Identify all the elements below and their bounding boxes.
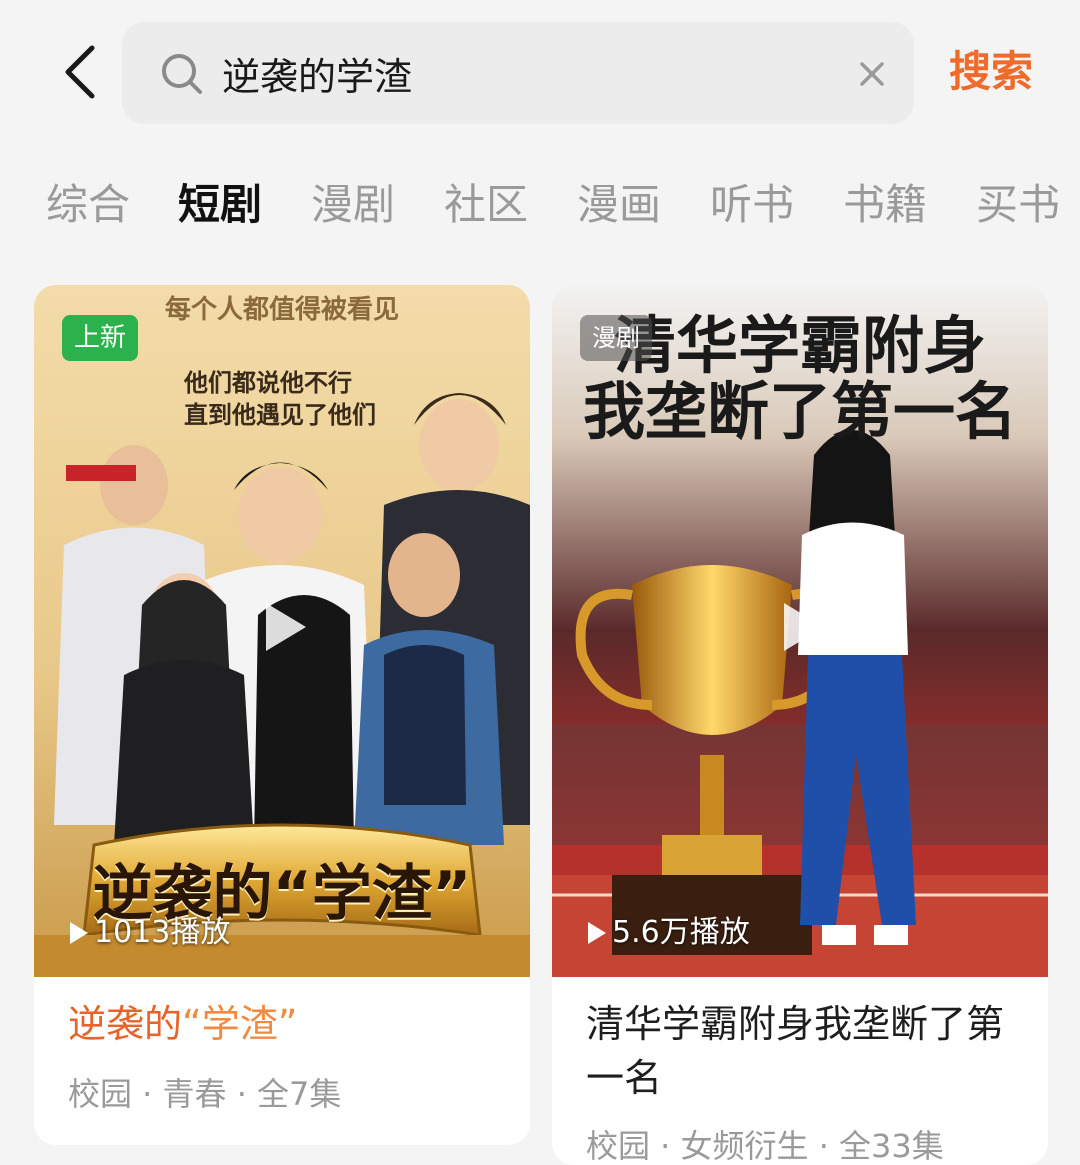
tab-comics[interactable]: 漫画 <box>577 172 661 238</box>
tab-comic-drama[interactable]: 漫剧 <box>311 172 395 238</box>
cover-title-2: 我垄断了第一名 <box>582 375 1017 448</box>
play-count: 5.6万播放 <box>588 911 750 955</box>
search-button[interactable]: 搜索 <box>936 36 1046 108</box>
tab-audiobooks[interactable]: 听书 <box>710 172 794 238</box>
result-card[interactable]: 每个人都值得被看见 他们都说他不行 直到他遇见了他们 逆袭的“学渣” 上新 10… <box>34 285 530 1145</box>
card-title[interactable]: 清华学霸附身我垄断了第一名 <box>586 997 1026 1105</box>
new-badge: 上新 <box>62 315 139 361</box>
category-tabs: 综合 短剧 漫剧 社区 漫画 听书 书籍 买书 <box>0 160 1080 250</box>
play-small-icon <box>70 922 88 944</box>
play-count: 1013播放 <box>70 911 230 955</box>
search-input[interactable] <box>222 40 862 106</box>
search-icon <box>162 54 202 94</box>
play-count-text: 5.6万播放 <box>612 915 750 950</box>
play-icon[interactable] <box>250 595 314 659</box>
result-card[interactable]: 清华学霸附身 我垄断了第一名 漫剧 5.6万播放 清华学霸附身我垄断了第一名 校… <box>552 285 1048 1165</box>
chevron-left-icon <box>65 45 95 99</box>
tab-community[interactable]: 社区 <box>444 172 528 238</box>
cover-image: 清华学霸附身 我垄断了第一名 漫剧 5.6万播放 <box>552 285 1048 977</box>
play-icon[interactable] <box>768 595 832 659</box>
card-title[interactable]: 逆袭的“学渣” <box>68 997 508 1051</box>
play-small-icon <box>588 922 606 944</box>
tab-books[interactable]: 书籍 <box>843 172 927 238</box>
cover-image: 每个人都值得被看见 他们都说他不行 直到他遇见了他们 逆袭的“学渣” 上新 10… <box>34 285 530 977</box>
cover-tagline-1: 他们都说他不行 <box>184 369 352 397</box>
back-button[interactable] <box>40 28 120 116</box>
search-box[interactable] <box>122 22 914 124</box>
cover-tagline-2: 直到他遇见了他们 <box>184 401 376 429</box>
tab-comprehensive[interactable]: 综合 <box>46 172 130 238</box>
card-title-highlight: “学渣” <box>182 1002 298 1046</box>
close-icon[interactable] <box>852 54 892 94</box>
genre-badge: 漫剧 <box>580 315 652 361</box>
card-title-prefix: 逆袭的 <box>68 1002 183 1046</box>
card-meta: 校园 · 女频衍生 · 全33集 <box>586 1127 944 1165</box>
card-meta: 校园 · 青春 · 全7集 <box>68 1075 342 1113</box>
tab-buy-books[interactable]: 买书 <box>976 172 1060 238</box>
tab-short-drama[interactable]: 短剧 <box>178 172 262 238</box>
play-count-text: 1013播放 <box>94 915 231 950</box>
